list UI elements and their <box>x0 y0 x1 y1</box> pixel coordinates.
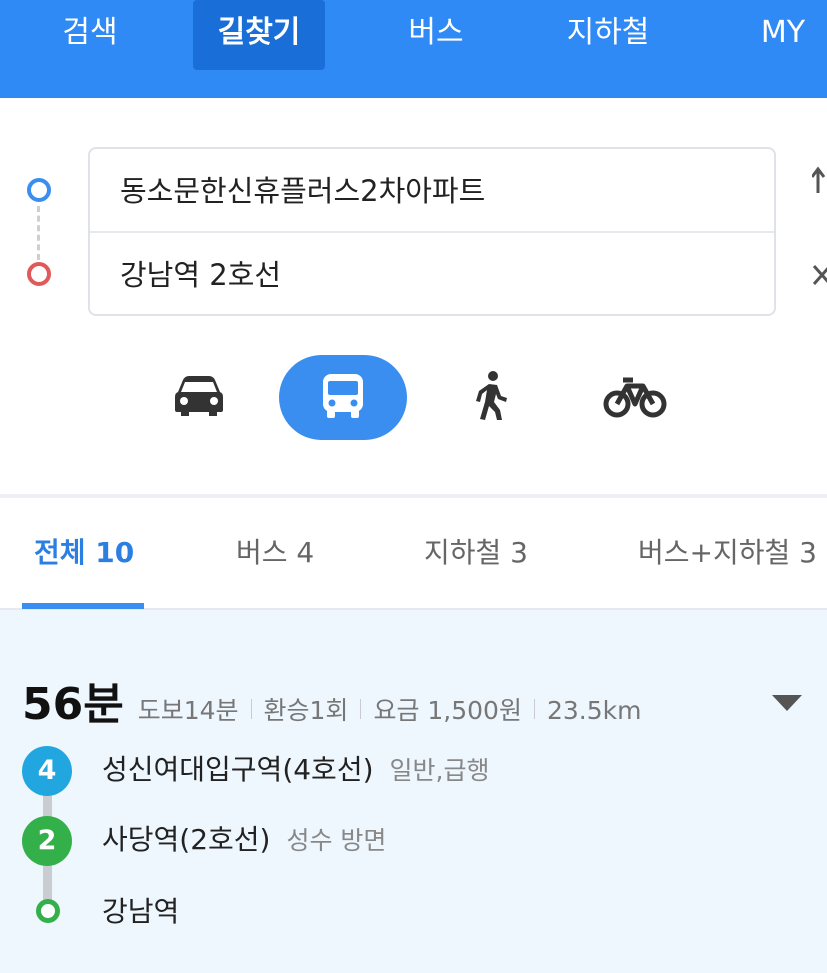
swap-icon[interactable] <box>810 165 827 195</box>
arrival-dot-icon <box>36 899 60 923</box>
walk-icon <box>471 370 511 426</box>
expand-caret-icon[interactable] <box>772 695 802 711</box>
tab-bus[interactable]: 버스 4 <box>236 515 314 590</box>
separator <box>533 699 535 719</box>
separator <box>360 699 362 719</box>
destination-field[interactable]: 강남역 2호선 <box>90 233 774 317</box>
destination-dot-icon <box>27 262 51 286</box>
route-transfers: 환승1회 <box>263 696 349 725</box>
step-detail: 성수 방면 <box>286 826 387 855</box>
route-summary: 56분 도보14분 환승1회 요금 1,500원 23.5km <box>22 668 642 730</box>
route-distance: 23.5km <box>546 696 642 725</box>
tab-subway[interactable]: 지하철 3 <box>424 515 528 590</box>
clear-icon[interactable] <box>812 260 827 290</box>
route-walk-time: 도보14분 <box>137 696 239 725</box>
car-icon <box>173 374 225 422</box>
route-dashed-line <box>37 206 40 260</box>
mode-bicycle-button[interactable] <box>595 355 675 440</box>
active-tab-indicator <box>22 603 144 609</box>
section-divider <box>0 494 827 498</box>
step-station: 강남역 <box>102 895 180 928</box>
route-indicator <box>24 172 54 287</box>
separator <box>250 699 252 719</box>
route-input-box: 동소문한신휴플러스2차아파트 강남역 2호선 <box>88 147 776 316</box>
bicycle-icon <box>603 374 667 422</box>
route-fare: 요금 1,500원 <box>373 696 522 725</box>
nav-tab-directions[interactable]: 길찾기 <box>193 0 325 70</box>
step-detail: 일반,급행 <box>389 756 490 785</box>
route-duration: 56분 <box>22 679 124 730</box>
route-step: 성신여대입구역(4호선) 일반,급행 <box>102 748 489 788</box>
tab-bus-subway[interactable]: 버스+지하철 3 <box>638 515 817 590</box>
subway-line-4-badge: 4 <box>22 746 72 796</box>
step-station: 성신여대입구역(4호선) <box>102 753 374 786</box>
subway-line-2-badge: 2 <box>22 816 72 866</box>
step-station: 사당역(2호선) <box>102 823 271 856</box>
route-step: 강남역 <box>102 890 179 930</box>
nav-tab-subway[interactable]: 지하철 <box>548 0 668 70</box>
origin-dot-icon <box>27 178 51 202</box>
bus-icon <box>319 372 367 424</box>
mode-car-button[interactable] <box>160 355 238 440</box>
nav-tab-search[interactable]: 검색 <box>40 0 140 70</box>
mode-transit-button[interactable] <box>279 355 407 440</box>
top-nav: 검색 길찾기 버스 지하철 MY <box>0 0 827 98</box>
route-step: 사당역(2호선) 성수 방면 <box>102 818 386 858</box>
tab-all[interactable]: 전체 10 <box>34 515 134 590</box>
origin-field[interactable]: 동소문한신휴플러스2차아파트 <box>90 149 774 233</box>
mode-walk-button[interactable] <box>462 355 520 440</box>
nav-tab-my[interactable]: MY <box>748 0 818 70</box>
nav-tab-bus[interactable]: 버스 <box>386 0 486 70</box>
